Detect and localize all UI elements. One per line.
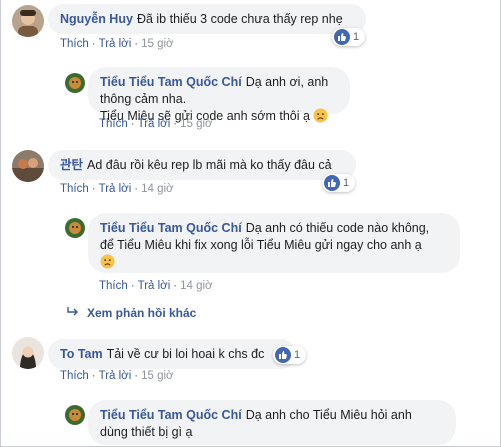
- reply-author[interactable]: Tiểu Tiểu Tam Quốc Chí: [100, 75, 242, 89]
- reply-link[interactable]: Trả lời: [99, 370, 132, 382]
- reaction-count[interactable]: 1: [332, 28, 366, 46]
- timestamp[interactable]: 14 giờ: [141, 183, 173, 195]
- reply-link[interactable]: Trả lời: [99, 183, 132, 195]
- comment-author[interactable]: Nguyễn Huy: [60, 12, 133, 26]
- reaction-number: 1: [343, 177, 350, 189]
- comment-text: Đã ib thiếu 3 code chưa thấy rep nhẹ: [136, 12, 343, 26]
- sad-face-icon: [100, 254, 115, 274]
- avatar[interactable]: [65, 218, 85, 238]
- timestamp[interactable]: 15 giờ: [141, 370, 173, 382]
- reply-text-line-2: để Tiểu Miêu khi fix xong lỗi Tiểu Miêu …: [100, 238, 422, 252]
- view-more-replies-link[interactable]: Xem phản hồi khác: [67, 306, 196, 320]
- comment-text: Ad đâu rồi kêu rep lb mãi mà ko thấy đâu…: [87, 158, 332, 172]
- thumbs-up-icon: [324, 175, 340, 191]
- view-more-replies-label[interactable]: Xem phản hồi khác: [87, 306, 196, 320]
- comment-author[interactable]: To Tam: [60, 347, 103, 361]
- like-link[interactable]: Thích: [99, 118, 128, 130]
- comment-actions: Thích · Trả lời · 15 giờ: [60, 38, 174, 50]
- reply-text-line-2: dùng thiết bị gì ạ: [100, 425, 193, 439]
- avatar[interactable]: [12, 150, 44, 182]
- avatar[interactable]: [12, 337, 44, 369]
- reply-author[interactable]: Tiểu Tiểu Tam Quốc Chí: [100, 408, 242, 422]
- reply-bubble: Tiểu Tiểu Tam Quốc Chí Dạ anh có thiếu co…: [88, 213, 460, 273]
- reply-text-line-1: Dạ anh cho Tiểu Miêu hỏi anh: [245, 408, 412, 422]
- comment-actions: Thích · Trả lời · 15 giờ: [60, 370, 174, 382]
- reaction-number: 1: [353, 31, 360, 43]
- reply-link[interactable]: Trả lời: [99, 38, 132, 50]
- timestamp[interactable]: 15 giờ: [141, 38, 173, 50]
- comment-bubble: To Tam Tải về cư bi loi hoai k chs đc: [48, 339, 296, 369]
- comment-text: Tải về cư bi loi hoai k chs đc: [106, 347, 265, 361]
- reply-actions: Thích · Trả lời · 15 giờ: [99, 118, 213, 130]
- comment-actions: Thích · Trả lời · 14 giờ: [60, 183, 174, 195]
- reply-link[interactable]: Trả lời: [138, 118, 171, 130]
- reply-arrow-icon: [67, 306, 79, 320]
- comment-author[interactable]: 관탄: [60, 158, 83, 172]
- comment-bubble: Nguyễn Huy Đã ib thiếu 3 code chưa thấy r…: [48, 4, 366, 34]
- avatar[interactable]: [12, 5, 44, 37]
- like-link[interactable]: Thích: [60, 38, 89, 50]
- comment-section: Nguyễn Huy Đã ib thiếu 3 code chưa thấy r…: [0, 0, 501, 447]
- reply-text-line-1: Dạ anh có thiếu code nào không,: [245, 221, 430, 235]
- like-link[interactable]: Thích: [60, 183, 89, 195]
- reply-bubble: Tiểu Tiểu Tam Quốc Chí Dạ anh ơi, anh thô…: [88, 67, 350, 123]
- timestamp[interactable]: 14 giờ: [180, 280, 212, 292]
- reply-actions: Thích · Trả lời · 14 giờ: [99, 280, 213, 292]
- like-link[interactable]: Thích: [60, 370, 89, 382]
- thumbs-up-icon: [334, 29, 350, 45]
- reaction-number: 1: [294, 349, 301, 361]
- timestamp[interactable]: 15 giờ: [180, 118, 212, 130]
- thumbs-up-icon: [275, 347, 291, 363]
- avatar[interactable]: [65, 405, 85, 425]
- like-link[interactable]: Thích: [99, 280, 128, 292]
- avatar[interactable]: [65, 73, 85, 93]
- reaction-count[interactable]: 1: [273, 346, 307, 364]
- reply-link[interactable]: Trả lời: [138, 280, 171, 292]
- reply-author[interactable]: Tiểu Tiểu Tam Quốc Chí: [100, 221, 242, 235]
- comment-bubble: 관탄 Ad đâu rồi kêu rep lb mãi mà ko thấy đ…: [48, 150, 356, 180]
- sad-face-icon: [313, 108, 328, 128]
- reply-bubble: Tiểu Tiểu Tam Quốc Chí Dạ anh cho Tiểu Mi…: [88, 400, 456, 445]
- reaction-count[interactable]: 1: [322, 174, 356, 192]
